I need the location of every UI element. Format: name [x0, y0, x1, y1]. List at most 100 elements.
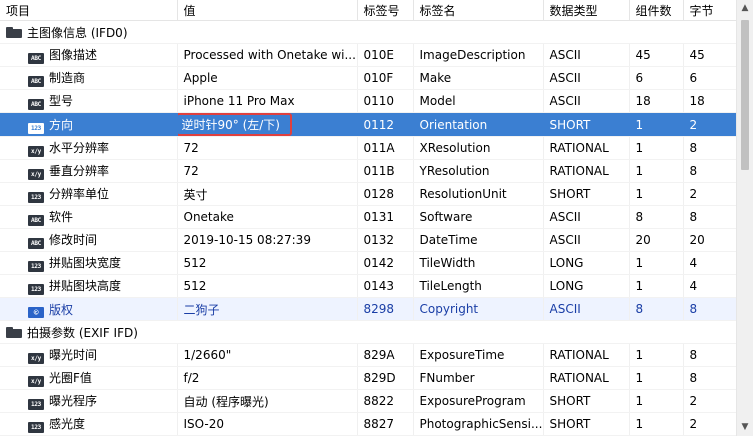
value-cell[interactable]: 自动 (程序曝光) — [177, 389, 358, 413]
tag-id-cell[interactable]: 8822 — [357, 389, 414, 413]
item-cell[interactable]: 123 拼贴图块宽度 — [0, 251, 178, 275]
item-cell[interactable]: ABC 型号 — [0, 89, 178, 113]
data-type-cell[interactable]: SHORT — [543, 112, 630, 137]
value-cell[interactable]: ISO-20 — [177, 412, 358, 436]
table-row[interactable]: 123 方向 逆时针90° (左/下) 0112 Orientation SHORT 1 2 — [0, 112, 737, 137]
tag-id-cell[interactable]: 0131 — [357, 205, 414, 229]
count-cell[interactable]: 1 — [629, 366, 684, 390]
item-cell[interactable]: x/y 水平分辨率 — [0, 136, 178, 160]
bytes-cell[interactable]: 2 — [683, 389, 737, 413]
table-row[interactable]: ABC 软件 Onetake 0131 Software ASCII 8 8 — [0, 205, 737, 229]
tag-name-cell[interactable]: YResolution — [413, 159, 544, 183]
tag-id-cell[interactable]: 829D — [357, 366, 414, 390]
value-cell[interactable]: Processed with Onetake wi... — [177, 43, 358, 67]
bytes-cell[interactable]: 2 — [683, 182, 737, 206]
table-row[interactable]: x/y 垂直分辨率 72 011B YResolution RATIONAL 1 8 — [0, 159, 737, 183]
column-header-item[interactable]: 项目 — [0, 0, 178, 21]
count-cell[interactable]: 20 — [629, 228, 684, 252]
item-cell[interactable]: 123 曝光程序 — [0, 389, 178, 413]
count-cell[interactable]: 18 — [629, 89, 684, 113]
table-row[interactable]: 123 曝光程序 自动 (程序曝光) 8822 ExposureProgram SHORT… — [0, 389, 737, 413]
group-row[interactable]: 拍摄参数 (EXIF IFD) — [0, 320, 737, 344]
count-cell[interactable]: 1 — [629, 412, 684, 436]
item-cell[interactable]: 123 方向 — [0, 112, 178, 137]
data-type-cell[interactable]: ASCII — [543, 297, 630, 321]
tag-name-cell[interactable]: Orientation — [413, 112, 544, 137]
table-row[interactable]: ABC 修改时间 2019-10-15 08:27:39 0132 DateTime AS… — [0, 228, 737, 252]
data-type-cell[interactable]: LONG — [543, 274, 630, 298]
tag-name-cell[interactable]: ExposureProgram — [413, 389, 544, 413]
column-header-data-type[interactable]: 数据类型 — [543, 0, 630, 21]
column-header-value[interactable]: 值 — [177, 0, 358, 21]
tag-name-cell[interactable]: Copyright — [413, 297, 544, 321]
tag-id-cell[interactable]: 011A — [357, 136, 414, 160]
bytes-cell[interactable]: 8 — [683, 136, 737, 160]
column-header-tag-name[interactable]: 标签名 — [413, 0, 544, 21]
vertical-scrollbar[interactable]: ▲ ▼ — [736, 0, 753, 436]
scrollbar-thumb[interactable] — [741, 20, 749, 170]
value-cell[interactable]: 512 — [177, 274, 358, 298]
bytes-cell[interactable]: 8 — [683, 159, 737, 183]
tag-id-cell[interactable]: 8298 — [357, 297, 414, 321]
item-cell[interactable]: ABC 图像描述 — [0, 43, 178, 67]
item-cell[interactable]: 123 分辨率单位 — [0, 182, 178, 206]
column-header-tag-id[interactable]: 标签号 — [357, 0, 414, 21]
tag-name-cell[interactable]: TileLength — [413, 274, 544, 298]
tag-id-cell[interactable]: 829A — [357, 343, 414, 367]
tag-id-cell[interactable]: 0128 — [357, 182, 414, 206]
scroll-down-arrow-icon[interactable]: ▼ — [737, 419, 753, 436]
tag-id-cell[interactable]: 0142 — [357, 251, 414, 275]
tag-id-cell[interactable]: 8827 — [357, 412, 414, 436]
value-cell[interactable]: 72 — [177, 136, 358, 160]
data-type-cell[interactable]: SHORT — [543, 182, 630, 206]
tag-name-cell[interactable]: FNumber — [413, 366, 544, 390]
tag-id-cell[interactable]: 0110 — [357, 89, 414, 113]
table-row[interactable]: x/y 光圈F值 f/2 829D FNumber RATIONAL 1 8 — [0, 366, 737, 390]
count-cell[interactable]: 1 — [629, 274, 684, 298]
tag-name-cell[interactable]: ExposureTime — [413, 343, 544, 367]
data-type-cell[interactable]: ASCII — [543, 66, 630, 90]
tag-id-cell[interactable]: 0112 — [357, 112, 414, 137]
column-header-count[interactable]: 组件数 — [629, 0, 684, 21]
data-type-cell[interactable]: RATIONAL — [543, 136, 630, 160]
item-cell[interactable]: ABC 软件 — [0, 205, 178, 229]
bytes-cell[interactable]: 6 — [683, 66, 737, 90]
tag-name-cell[interactable]: Model — [413, 89, 544, 113]
tag-id-cell[interactable]: 010E — [357, 43, 414, 67]
tag-name-cell[interactable]: PhotographicSensi... — [413, 412, 544, 436]
count-cell[interactable]: 1 — [629, 343, 684, 367]
bytes-cell[interactable]: 2 — [683, 112, 737, 137]
data-type-cell[interactable]: RATIONAL — [543, 343, 630, 367]
table-row[interactable]: ABC 制造商 Apple 010F Make ASCII 6 6 — [0, 66, 737, 90]
count-cell[interactable]: 45 — [629, 43, 684, 67]
table-row[interactable]: ABC 型号 iPhone 11 Pro Max 0110 Model ASCII 18 18 — [0, 89, 737, 113]
tag-name-cell[interactable]: TileWidth — [413, 251, 544, 275]
value-cell[interactable]: f/2 — [177, 366, 358, 390]
value-cell[interactable]: 逆时针90° (左/下) — [177, 112, 358, 137]
table-row[interactable]: 123 拼贴图块宽度 512 0142 TileWidth LONG 1 4 — [0, 251, 737, 275]
value-cell[interactable]: iPhone 11 Pro Max — [177, 89, 358, 113]
bytes-cell[interactable]: 45 — [683, 43, 737, 67]
count-cell[interactable]: 1 — [629, 112, 684, 137]
group-cell[interactable]: 拍摄参数 (EXIF IFD) — [0, 320, 737, 344]
table-row[interactable]: x/y 水平分辨率 72 011A XResolution RATIONAL 1 8 — [0, 136, 737, 160]
value-cell[interactable]: Apple — [177, 66, 358, 90]
data-type-cell[interactable]: RATIONAL — [543, 366, 630, 390]
bytes-cell[interactable]: 4 — [683, 251, 737, 275]
tag-id-cell[interactable]: 010F — [357, 66, 414, 90]
tag-name-cell[interactable]: ResolutionUnit — [413, 182, 544, 206]
data-type-cell[interactable]: ASCII — [543, 205, 630, 229]
tag-id-cell[interactable]: 011B — [357, 159, 414, 183]
value-cell[interactable]: 英寸 — [177, 182, 358, 206]
bytes-cell[interactable]: 4 — [683, 274, 737, 298]
group-row[interactable]: 主图像信息 (IFD0) — [0, 20, 737, 44]
count-cell[interactable]: 1 — [629, 159, 684, 183]
item-cell[interactable]: ABC 制造商 — [0, 66, 178, 90]
value-cell[interactable]: 2019-10-15 08:27:39 — [177, 228, 358, 252]
table-row[interactable]: ABC 图像描述 Processed with Onetake wi... 010E I… — [0, 43, 737, 67]
table-row[interactable]: 123 分辨率单位 英寸 0128 ResolutionUnit SHORT 1 2 — [0, 182, 737, 206]
count-cell[interactable]: 8 — [629, 205, 684, 229]
bytes-cell[interactable]: 2 — [683, 412, 737, 436]
count-cell[interactable]: 1 — [629, 182, 684, 206]
table-row[interactable]: © 版权 二狗子 8298 Copyright ASCII 8 8 — [0, 297, 737, 321]
